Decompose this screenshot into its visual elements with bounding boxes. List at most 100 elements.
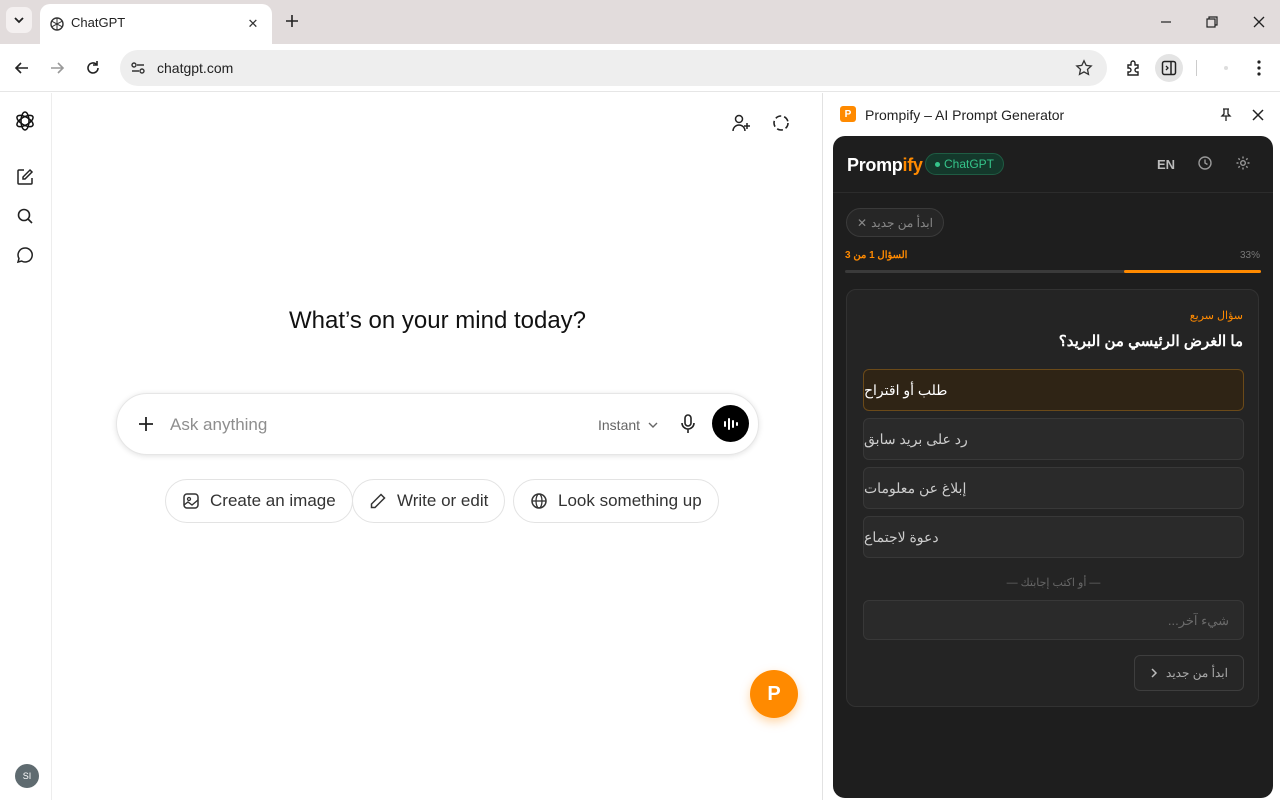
pencil-icon (370, 493, 386, 509)
openai-logo-icon (16, 111, 34, 131)
model-selector[interactable]: Instant (598, 417, 658, 433)
search-chats-button[interactable] (14, 205, 36, 227)
brand-main: Promp (847, 155, 903, 175)
close-side-panel-button[interactable] (1248, 105, 1268, 125)
restore-icon (1206, 16, 1218, 28)
edit-square-icon (17, 168, 34, 185)
chatgpt-favicon-icon (50, 17, 64, 31)
chevron-down-icon (14, 17, 24, 24)
globe-icon (531, 493, 547, 509)
back-button[interactable] (8, 54, 36, 82)
voice-mode-button[interactable] (712, 405, 749, 442)
puzzle-icon (1127, 60, 1139, 76)
side-panel-button[interactable] (1155, 54, 1183, 82)
answer-option[interactable]: رد على بريد سابق (863, 418, 1244, 460)
temporary-chat-icon (773, 115, 789, 131)
history-icon[interactable] (1197, 155, 1213, 171)
minimize-button[interactable] (1152, 8, 1180, 36)
browser-tab-chatgpt[interactable]: ChatGPT ✕ (40, 4, 272, 44)
prompify-logo: Prompify (847, 155, 923, 176)
chats-button[interactable] (14, 244, 36, 266)
close-icon: ✕ (857, 215, 868, 230)
microphone-icon[interactable] (677, 413, 699, 435)
write-edit-chip[interactable]: Write or edit (352, 479, 506, 523)
pin-button[interactable] (1216, 105, 1236, 125)
chatgpt-main: What’s on your mind today? Ask anything … (52, 93, 823, 800)
question-tag: سؤال سريع (1189, 310, 1243, 322)
add-person-icon (732, 114, 750, 132)
close-window-button[interactable] (1245, 8, 1273, 36)
extensions-button[interactable] (1120, 54, 1148, 82)
gear-icon[interactable] (1235, 155, 1251, 171)
search-icon (17, 208, 33, 224)
pin-icon (1220, 108, 1232, 121)
answer-option[interactable]: طلب أو اقتراح (863, 369, 1244, 411)
brand-accent: ify (902, 155, 923, 175)
chevron-down-icon (648, 422, 658, 428)
plus-icon[interactable] (135, 413, 157, 435)
new-chat-button[interactable] (14, 166, 36, 188)
question-text: ما الغرض الرئيسي من البريد؟ (1058, 333, 1243, 350)
plus-icon (286, 15, 298, 27)
tab-search-button[interactable] (6, 7, 32, 33)
composer-input[interactable]: Ask anything (170, 415, 267, 435)
progress-bar (845, 270, 1261, 273)
chatgpt-sidebar: SI (0, 93, 52, 800)
custom-answer-input[interactable] (863, 600, 1244, 640)
badge-label: ChatGPT (944, 157, 995, 171)
prompify-fab-button[interactable]: P (750, 670, 798, 718)
question-card: سؤال سريع ما الغرض الرئيسي من البريد؟ طل… (846, 289, 1259, 707)
image-icon (183, 493, 199, 509)
chevron-right-icon (1151, 668, 1158, 678)
toolbar-divider (1196, 60, 1197, 76)
answer-option[interactable]: إبلاغ عن معلومات (863, 467, 1244, 509)
answer-option[interactable]: دعوة لاجتماع (863, 516, 1244, 558)
page-title: What’s on your mind today? (288, 307, 587, 334)
platform-badge: ChatGPT (925, 153, 1005, 175)
question-counter: السؤال 1 من 3 (845, 250, 908, 261)
chip-label: Write or edit (397, 491, 489, 510)
arrow-right-icon (51, 62, 65, 74)
close-icon (1252, 109, 1264, 121)
prompify-favicon: P (840, 106, 856, 122)
tab-title: ChatGPT (71, 15, 126, 30)
address-bar[interactable]: chatgpt.com (120, 50, 1107, 86)
browser-menu-button[interactable] (1245, 54, 1273, 82)
close-icon (1253, 16, 1265, 28)
reload-button[interactable] (79, 54, 107, 82)
side-panel: P Prompify – AI Prompt Generator Prompif… (824, 93, 1280, 800)
look-up-chip[interactable]: Look something up (513, 479, 719, 523)
bookmark-star-icon[interactable] (1075, 59, 1093, 77)
restart-button-label: ابدأ من جديد (1166, 666, 1228, 680)
profile-icon (1224, 66, 1228, 70)
reload-icon (87, 61, 99, 74)
forward-button[interactable] (43, 54, 71, 82)
chip-label: Create an image (210, 491, 336, 510)
restart-chip-label: ابدأ من جديد (871, 215, 933, 230)
chat-bubble-icon (16, 247, 33, 264)
temporary-chat-button[interactable] (768, 110, 794, 136)
side-panel-icon (1161, 60, 1177, 76)
minimize-icon (1161, 21, 1171, 23)
kebab-menu-icon (1257, 60, 1261, 76)
create-image-chip[interactable]: Create an image (165, 479, 353, 523)
language-toggle[interactable]: EN (1157, 157, 1175, 172)
or-divider: — أو اكتب إجابتك — (1006, 577, 1101, 589)
profile-button[interactable] (1212, 54, 1240, 82)
prompify-extension: Prompify ChatGPT EN ابدأ من جديد ✕ السؤا… (833, 136, 1273, 798)
avatar[interactable]: SI (15, 764, 39, 788)
prompify-header: Prompify ChatGPT EN (833, 136, 1273, 193)
progress-percent: 33% (1239, 250, 1260, 261)
new-tab-button[interactable] (281, 10, 303, 32)
openai-logo-button[interactable] (14, 110, 36, 132)
status-dot-icon (935, 161, 940, 167)
composer[interactable]: Ask anything Instant (116, 393, 759, 455)
tab-close-icon[interactable]: ✕ (243, 14, 263, 34)
restart-chip[interactable]: ابدأ من جديد ✕ (846, 208, 944, 237)
restore-button[interactable] (1198, 8, 1226, 36)
progress-fill (1123, 270, 1261, 273)
waveform-icon (723, 417, 738, 430)
share-invite-button[interactable] (728, 110, 754, 136)
restart-button[interactable]: ابدأ من جديد (1134, 655, 1244, 691)
site-settings-icon[interactable] (129, 59, 147, 77)
